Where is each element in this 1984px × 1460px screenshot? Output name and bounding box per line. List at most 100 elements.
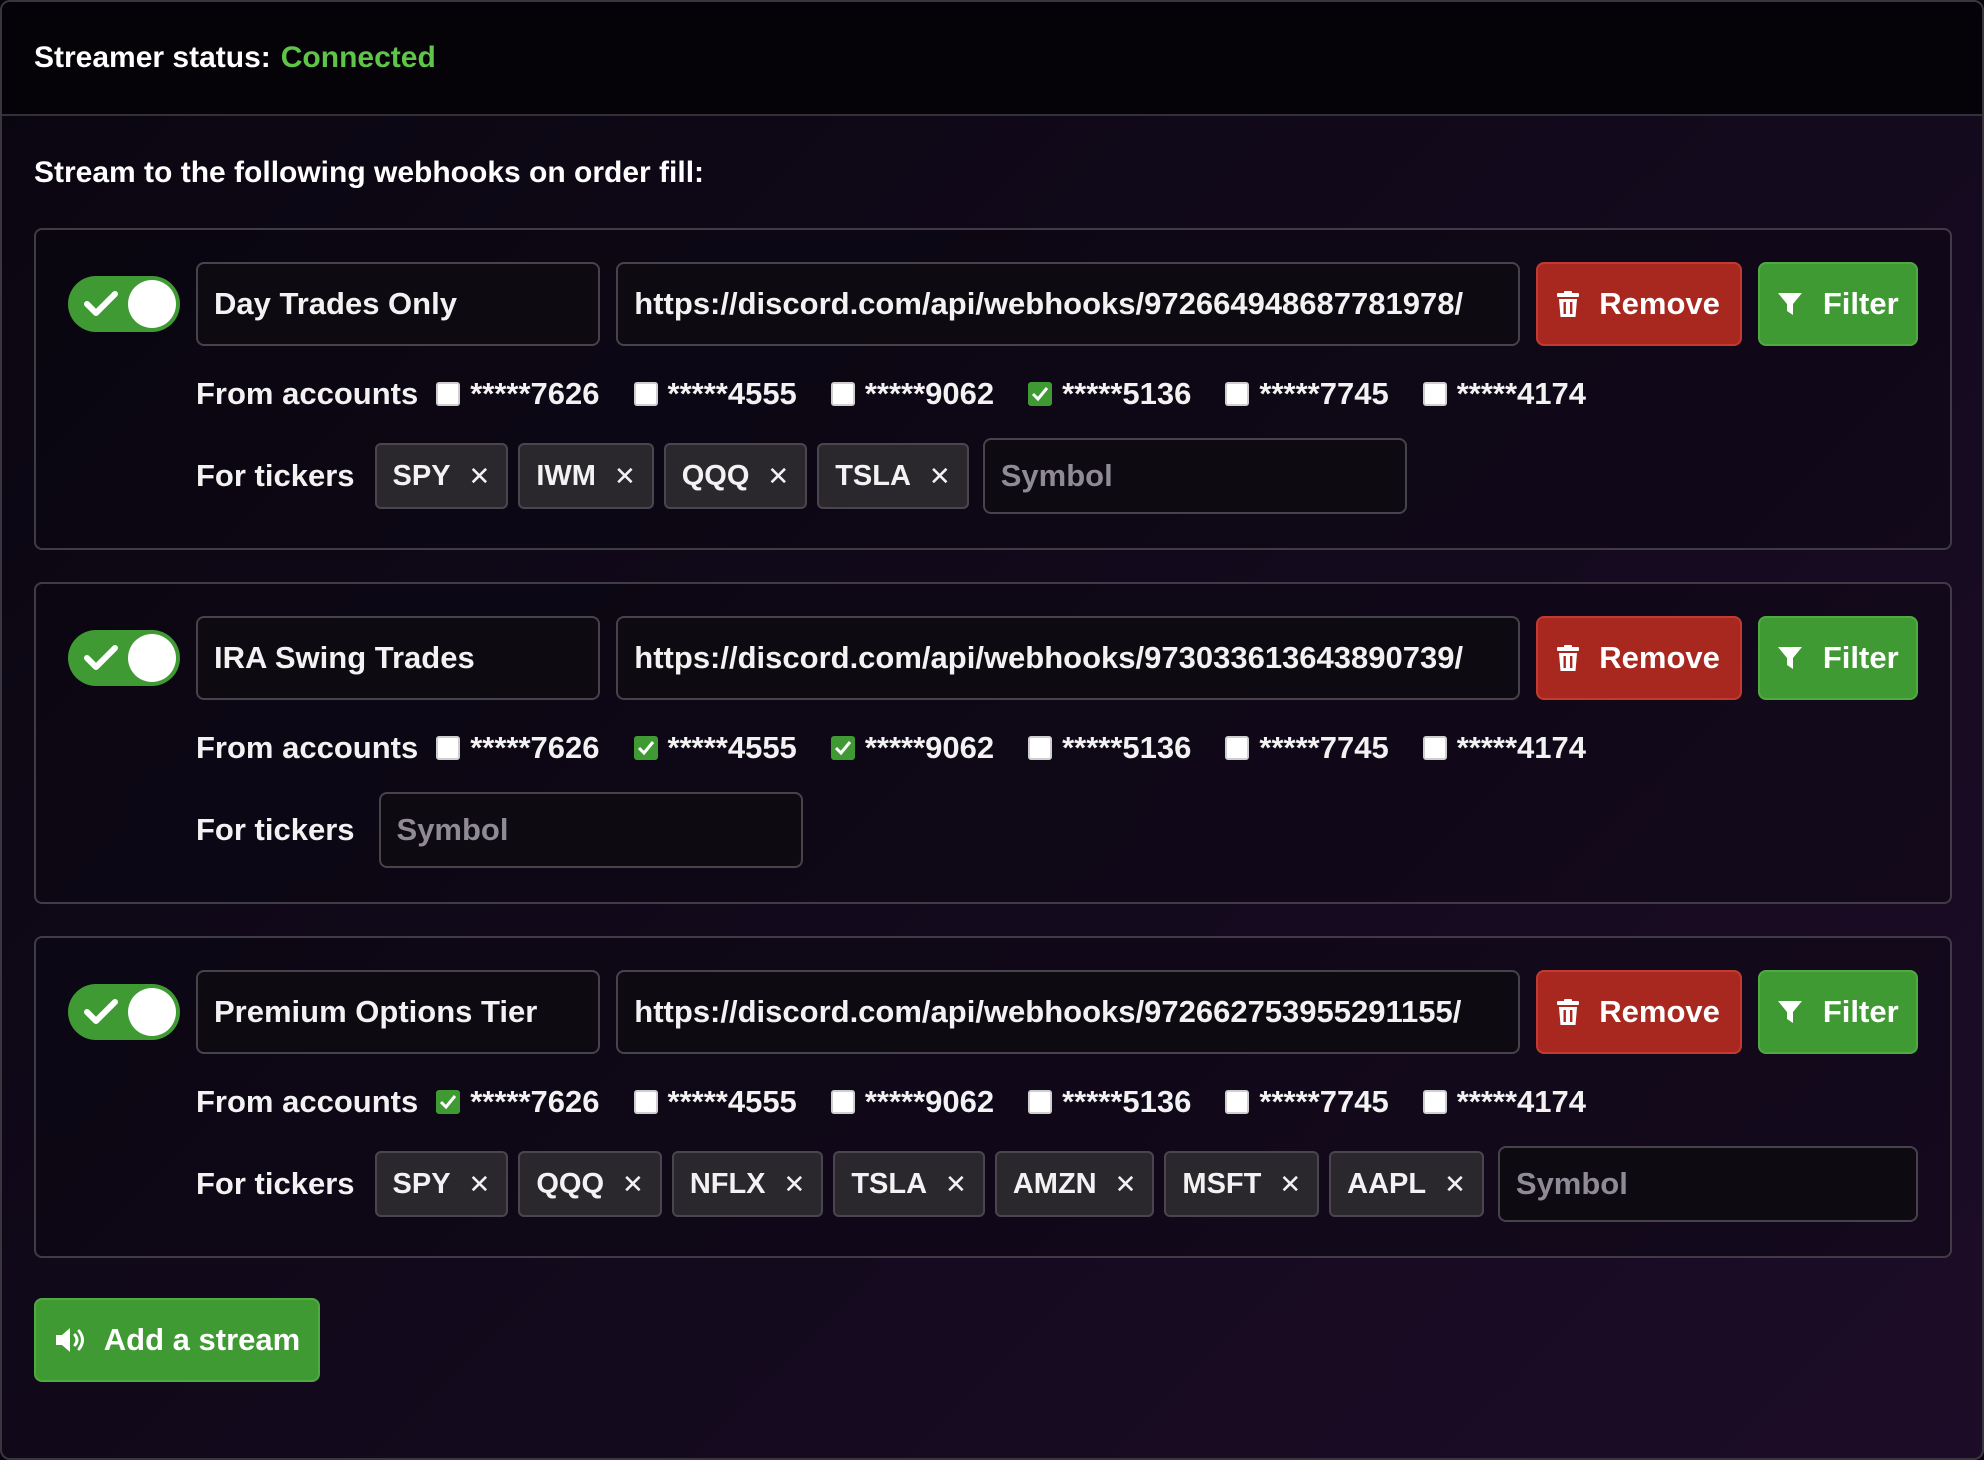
account-checkbox[interactable] [1225, 1090, 1250, 1114]
close-icon[interactable]: ✕ [469, 461, 491, 492]
account-checkbox[interactable] [1225, 736, 1250, 760]
account-option[interactable]: *****4174 [1422, 730, 1586, 766]
symbol-input[interactable]: Symbol [378, 792, 803, 868]
account-checkbox[interactable] [1028, 736, 1053, 760]
for-tickers-label: For tickers [196, 458, 355, 493]
stream-header-row: Day Trades Only https://discord.com/api/… [68, 262, 1918, 346]
account-option[interactable]: *****5136 [1028, 1084, 1191, 1120]
webhook-url-input[interactable]: https://discord.com/api/webhooks/9730336… [616, 616, 1520, 700]
close-icon[interactable]: ✕ [1444, 1169, 1466, 1200]
account-label: *****9062 [864, 1084, 995, 1119]
account-label: *****4174 [1456, 376, 1586, 411]
filter-button[interactable]: Filter [1757, 970, 1918, 1054]
account-label: *****9062 [864, 376, 995, 411]
account-checkbox[interactable] [830, 736, 855, 760]
account-label: *****5136 [1062, 376, 1192, 411]
ticker-tag: IWM ✕ [518, 443, 654, 509]
account-option[interactable]: *****7626 [436, 1084, 600, 1120]
check-icon [637, 741, 654, 756]
account-option[interactable]: *****4174 [1422, 1084, 1586, 1120]
account-label: *****4555 [667, 376, 797, 411]
account-checkbox[interactable] [436, 736, 461, 760]
account-option[interactable]: *****9062 [830, 1084, 995, 1120]
account-option[interactable]: *****9062 [830, 730, 994, 766]
account-checkbox[interactable] [1422, 736, 1447, 760]
main-content: Stream to the following webhooks on orde… [2, 116, 1982, 1382]
account-option[interactable]: *****4174 [1422, 376, 1586, 412]
stream-name-input[interactable]: Day Trades Only [196, 262, 601, 346]
account-option[interactable]: *****7626 [436, 376, 600, 412]
close-icon[interactable]: ✕ [945, 1169, 967, 1200]
stream-card: IRA Swing Trades https://discord.com/api… [34, 582, 1952, 904]
account-option[interactable]: *****4555 [633, 730, 797, 766]
remove-button[interactable]: Remove [1535, 970, 1742, 1054]
account-option[interactable]: *****5136 [1028, 730, 1191, 766]
ticker-label: AAPL [1347, 1167, 1427, 1200]
stream-enabled-toggle[interactable] [68, 984, 180, 1040]
account-checkbox[interactable] [633, 382, 658, 406]
stream-name-input[interactable]: Premium Options Tier [196, 970, 601, 1054]
account-label: *****7626 [470, 1084, 600, 1119]
remove-button[interactable]: Remove [1535, 616, 1742, 700]
account-option[interactable]: *****5136 [1028, 376, 1191, 412]
account-option[interactable]: *****7745 [1225, 1084, 1389, 1120]
add-stream-button[interactable]: Add a stream [34, 1298, 320, 1382]
symbol-input[interactable]: Symbol [982, 438, 1407, 514]
close-icon[interactable]: ✕ [784, 1169, 806, 1200]
accounts-row: From accounts *****7626 *****4555 *****9… [196, 728, 1918, 768]
account-checkbox[interactable] [830, 382, 855, 406]
filter-button[interactable]: Filter [1757, 616, 1918, 700]
close-icon[interactable]: ✕ [929, 461, 951, 492]
account-option[interactable]: *****4555 [633, 1084, 797, 1120]
account-checkbox[interactable] [1422, 1090, 1447, 1114]
trash-icon [1557, 999, 1580, 1025]
status-label: Streamer status: [34, 41, 271, 74]
ticker-tag: TSLA ✕ [817, 443, 969, 509]
account-checkbox[interactable] [436, 382, 461, 406]
close-icon[interactable]: ✕ [622, 1169, 644, 1200]
close-icon[interactable]: ✕ [1279, 1169, 1301, 1200]
webhook-url-input[interactable]: https://discord.com/api/webhooks/9726649… [616, 262, 1520, 346]
close-icon[interactable]: ✕ [469, 1169, 491, 1200]
account-option[interactable]: *****7626 [436, 730, 600, 766]
account-option[interactable]: *****7745 [1225, 730, 1389, 766]
account-option[interactable]: *****9062 [830, 376, 995, 412]
filter-label: Filter [1822, 994, 1899, 1029]
symbol-input[interactable]: Symbol [1497, 1146, 1918, 1222]
speaker-icon [55, 1328, 84, 1352]
webhook-url-input[interactable]: https://discord.com/api/webhooks/9726627… [616, 970, 1520, 1054]
account-checkbox[interactable] [633, 1090, 658, 1114]
tickers-row: For tickers SPY ✕ QQQ ✕ NFLX ✕ TSLA ✕ AMZN ✕ … [196, 1146, 1918, 1222]
from-accounts-label: From accounts [196, 1084, 419, 1119]
account-label: *****5136 [1062, 1084, 1192, 1119]
account-checkbox[interactable] [1028, 382, 1053, 406]
check-icon [84, 291, 118, 316]
stream-name-input[interactable]: IRA Swing Trades [196, 616, 601, 700]
account-option[interactable]: *****7745 [1225, 376, 1389, 412]
ticker-tag: TSLA ✕ [833, 1151, 985, 1217]
add-stream-label: Add a stream [103, 1322, 301, 1357]
ticker-label: SPY [392, 459, 451, 492]
check-icon [834, 741, 851, 756]
account-checkbox[interactable] [1422, 382, 1447, 406]
account-checkbox[interactable] [633, 736, 658, 760]
remove-button[interactable]: Remove [1535, 262, 1742, 346]
account-option[interactable]: *****4555 [633, 376, 797, 412]
check-icon [84, 999, 118, 1024]
account-checkbox[interactable] [1028, 1090, 1053, 1114]
toggle-knob [128, 634, 176, 682]
stream-card: Day Trades Only https://discord.com/api/… [34, 228, 1952, 550]
account-checkbox[interactable] [1225, 382, 1250, 406]
account-checkbox[interactable] [436, 1090, 461, 1114]
stream-enabled-toggle[interactable] [68, 276, 180, 332]
stream-enabled-toggle[interactable] [68, 630, 180, 686]
for-tickers-label: For tickers [196, 1166, 355, 1201]
close-icon[interactable]: ✕ [767, 461, 789, 492]
close-icon[interactable]: ✕ [1115, 1169, 1137, 1200]
close-icon[interactable]: ✕ [614, 461, 636, 492]
ticker-label: SPY [392, 1167, 451, 1200]
filter-button[interactable]: Filter [1757, 262, 1918, 346]
trash-icon [1557, 291, 1580, 317]
account-checkbox[interactable] [830, 1090, 855, 1114]
ticker-label: QQQ [681, 459, 750, 492]
